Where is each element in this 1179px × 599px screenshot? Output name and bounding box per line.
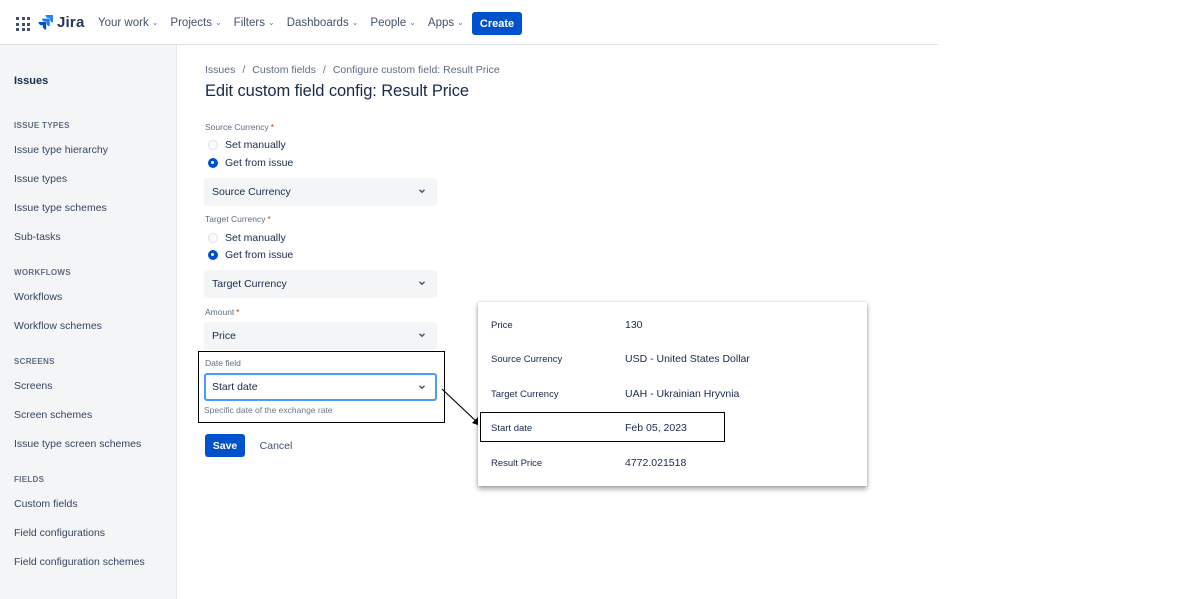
sidebar-item-screen-schemes[interactable]: Screen schemes (14, 409, 92, 421)
sidebar: Issues ISSUE TYPES Issue type hierarchy … (0, 45, 177, 599)
nav-label: Apps (427, 16, 455, 29)
label-text: Source Currency (205, 122, 269, 132)
create-button[interactable]: Create (472, 12, 522, 35)
logo-text: Jira (57, 14, 85, 31)
chevron-down-icon: ⌄ (214, 18, 222, 27)
nav-label: Your work (98, 16, 149, 29)
sidebar-item-issue-type-screen-schemes[interactable]: Issue type screen schemes (14, 438, 141, 450)
target-currency-get-from-issue-radio[interactable]: Get from issue (208, 249, 293, 261)
chevron-down-icon: ⌄ (151, 18, 159, 27)
radio-checked-icon (208, 158, 218, 168)
breadcrumb-configure-field[interactable]: Configure custom field: Result Price (333, 64, 500, 76)
radio-label: Set manually (225, 232, 286, 244)
chevron-down-icon (419, 189, 425, 194)
radio-icon (208, 233, 218, 243)
result-row-value: USD - United States Dollar (625, 353, 750, 365)
select-value: Price (212, 330, 236, 342)
app-switcher-icon[interactable] (16, 17, 30, 31)
sidebar-item-sub-tasks[interactable]: Sub-tasks (14, 231, 61, 243)
amount-select[interactable]: Price (204, 322, 437, 350)
result-row-label: Start date (491, 423, 533, 434)
chevron-down-icon: ⌄ (457, 18, 464, 27)
result-row-label: Result Price (491, 458, 543, 469)
sidebar-section-workflows: WORKFLOWS (14, 268, 71, 277)
breadcrumb-separator: / (322, 64, 326, 76)
top-navigation: Jira Your work ⌄ Projects ⌄ Filters ⌄ Dashb… (0, 0, 938, 45)
radio-label: Set manually (225, 139, 286, 151)
date-field-label: Date field (205, 358, 241, 368)
result-row-value: Feb 05, 2023 (625, 422, 687, 434)
chevron-down-icon (419, 281, 425, 286)
cancel-button[interactable]: Cancel (251, 434, 301, 457)
label-text: Target Currency (205, 214, 266, 224)
result-row-value: 130 (625, 319, 643, 331)
nav-people[interactable]: People ⌄ (370, 17, 416, 29)
source-currency-select[interactable]: Source Currency (204, 178, 437, 206)
sidebar-item-workflow-schemes[interactable]: Workflow schemes (14, 320, 102, 332)
save-button[interactable]: Save (205, 434, 245, 457)
target-currency-select[interactable]: Target Currency (204, 270, 437, 298)
sidebar-item-custom-fields[interactable]: Custom fields (14, 498, 78, 510)
breadcrumb-custom-fields[interactable]: Custom fields (252, 64, 316, 76)
sidebar-item-workflows[interactable]: Workflows (14, 291, 62, 303)
sidebar-item-screens[interactable]: Screens (14, 380, 53, 392)
sidebar-item-issue-type-hierarchy[interactable]: Issue type hierarchy (14, 144, 108, 156)
page-title: Edit custom field config: Result Price (205, 82, 469, 100)
nav-menu: Your work ⌄ Projects ⌄ Filters ⌄ Dashboards… (98, 0, 476, 45)
jira-logo[interactable]: Jira (38, 14, 85, 31)
chevron-down-icon: ⌄ (409, 18, 416, 27)
sidebar-item-issue-types[interactable]: Issue types (14, 173, 67, 185)
select-value: Source Currency (212, 186, 291, 198)
target-currency-set-manually-radio[interactable]: Set manually (208, 232, 286, 244)
source-currency-get-from-issue-radio[interactable]: Get from issue (208, 157, 293, 169)
chevron-down-icon: ⌄ (351, 18, 359, 27)
radio-label: Get from issue (225, 157, 294, 169)
chevron-down-icon (419, 385, 425, 390)
sidebar-section-screens: SCREENS (14, 357, 55, 366)
required-mark: * (236, 307, 240, 317)
breadcrumb: Issues / Custom fields / Configure custo… (205, 64, 500, 76)
result-row-value: UAH - Ukrainian Hryvnia (625, 388, 740, 400)
nav-dashboards[interactable]: Dashboards ⌄ (287, 17, 359, 29)
breadcrumb-issues[interactable]: Issues (205, 64, 235, 76)
radio-label: Get from issue (225, 249, 294, 261)
amount-label: Amount * (205, 307, 240, 317)
nav-projects[interactable]: Projects ⌄ (170, 17, 221, 29)
sidebar-section-fields: FIELDS (14, 475, 45, 484)
nav-apps[interactable]: Apps ⌄ (428, 17, 464, 29)
chevron-down-icon (419, 333, 425, 338)
sidebar-title: Issues (14, 75, 49, 87)
radio-icon (208, 140, 218, 150)
breadcrumb-separator: / (242, 64, 246, 76)
select-value: Start date (212, 381, 258, 393)
result-row-label: Price (491, 320, 513, 331)
sidebar-section-issue-types: ISSUE TYPES (14, 121, 70, 130)
nav-label: Dashboards (286, 16, 349, 29)
chevron-down-icon: ⌄ (267, 18, 275, 27)
source-currency-label: Source Currency * (205, 122, 274, 132)
source-currency-set-manually-radio[interactable]: Set manually (208, 139, 286, 151)
date-field-select[interactable]: Start date (204, 373, 437, 401)
select-value: Target Currency (212, 278, 287, 290)
required-mark: * (267, 214, 271, 224)
result-row-label: Source Currency (491, 354, 563, 365)
result-row-value: 4772.021518 (625, 457, 687, 469)
nav-label: Projects (170, 16, 212, 29)
nav-filters[interactable]: Filters ⌄ (234, 17, 275, 29)
nav-label: Filters (233, 16, 265, 29)
result-row-label: Target Currency (491, 389, 559, 400)
result-preview-panel: Price 130 Source Currency USD - United S… (478, 302, 867, 486)
sidebar-item-issue-type-schemes[interactable]: Issue type schemes (14, 202, 107, 214)
radio-checked-icon (208, 250, 218, 260)
required-mark: * (270, 122, 275, 132)
target-currency-label: Target Currency * (205, 214, 271, 224)
sidebar-item-field-configuration-schemes[interactable]: Field configuration schemes (14, 556, 145, 568)
sidebar-item-field-configurations[interactable]: Field configurations (14, 527, 105, 539)
nav-label: People (370, 16, 407, 29)
nav-your-work[interactable]: Your work ⌄ (98, 17, 158, 29)
jira-logo-icon (38, 15, 53, 30)
date-field-helper-text: Specific date of the exchange rate (204, 405, 333, 415)
label-text: Amount (205, 307, 235, 317)
